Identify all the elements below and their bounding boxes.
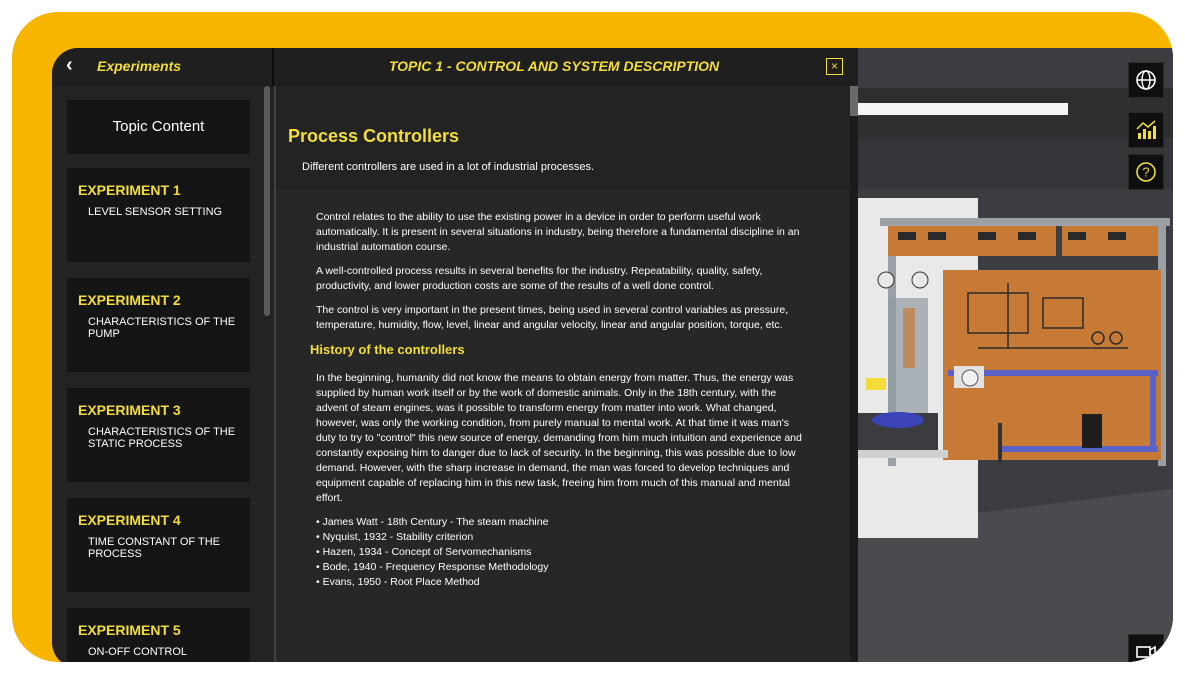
globe-icon — [1136, 70, 1156, 90]
content-scrollbar-thumb[interactable] — [850, 86, 858, 116]
list-item: • Nyquist, 1932 - Stability criterion — [316, 531, 474, 543]
paragraph: The control is very important in the pre… — [316, 304, 789, 331]
paragraph: Control relates to the ability to use th… — [316, 211, 800, 253]
section-subtitle: Different controllers are used in a lot … — [302, 161, 595, 173]
sidebar-item-experiment-4[interactable]: EXPERIMENT 4 TIME CONSTANT OF THE PROCES… — [67, 498, 250, 592]
sidebar-item-experiment-2[interactable]: EXPERIMENT 2 CHARACTERISTICS OF THE PUMP — [67, 278, 250, 372]
help-button[interactable]: ? — [1128, 154, 1164, 190]
sidebar-item-experiment-3[interactable]: EXPERIMENT 3 CHARACTERISTICS OF THE STAT… — [67, 388, 250, 482]
lab-3d-view[interactable]: ? — [858, 48, 1173, 662]
lab-bench-illustration — [858, 88, 1173, 662]
app-screen: ‹ Experiments TOPIC 1 - CONTROL AND SYST… — [52, 48, 1173, 662]
page-title: TOPIC 1 - CONTROL AND SYSTEM DESCRIPTION — [388, 58, 720, 74]
experiment-subtitle: TIME CONSTANT OF THE PROCESS — [88, 536, 221, 560]
content-panel: Process Controllers Different controller… — [276, 86, 850, 662]
history-list: • James Watt - 18th Century - The steam … — [316, 515, 810, 590]
sidebar-scrollbar[interactable] — [264, 86, 270, 316]
history-heading: History of the controllers — [310, 342, 465, 357]
experiment-subtitle: LEVEL SENSOR SETTING — [88, 206, 223, 218]
chart-button[interactable] — [1128, 112, 1164, 148]
list-item: • James Watt - 18th Century - The steam … — [316, 516, 549, 528]
list-item: • Evans, 1950 - Root Place Method — [316, 576, 480, 588]
experiment-subtitle: ON-OFF CONTROL — [88, 646, 187, 658]
close-button[interactable]: × — [826, 58, 843, 75]
topic-content-button[interactable]: Topic Content — [67, 100, 250, 154]
help-icon: ? — [1136, 162, 1156, 182]
sidebar-item-experiment-1[interactable]: EXPERIMENT 1 LEVEL SENSOR SETTING — [67, 168, 250, 262]
camera-icon — [1136, 645, 1156, 659]
experiment-title: EXPERIMENT 1 — [78, 182, 181, 198]
experiment-subtitle: CHARACTERISTICS OF THE STATIC PROCESS — [88, 426, 236, 450]
experiment-title: EXPERIMENT 5 — [78, 622, 181, 638]
section-title: Process Controllers — [288, 126, 460, 146]
experiment-title: EXPERIMENT 3 — [78, 402, 181, 418]
chart-icon — [1136, 120, 1156, 139]
content-header: Process Controllers Different controller… — [276, 86, 850, 190]
experiment-subtitle: CHARACTERISTICS OF THE PUMP — [88, 316, 236, 340]
camera-button[interactable] — [1128, 634, 1164, 662]
svg-text:?: ? — [1142, 165, 1149, 180]
content-scrollbar[interactable] — [850, 86, 858, 662]
back-to-experiments-link[interactable]: Experiments — [97, 58, 181, 74]
chevron-left-icon[interactable]: ‹ — [66, 54, 73, 77]
experiment-title: EXPERIMENT 2 — [78, 292, 181, 308]
content-body: Control relates to the ability to use th… — [310, 210, 810, 590]
device-frame: ‹ Experiments TOPIC 1 - CONTROL AND SYST… — [12, 12, 1173, 662]
language-button[interactable] — [1128, 62, 1164, 98]
sidebar-item-experiment-5[interactable]: EXPERIMENT 5 ON-OFF CONTROL — [67, 608, 250, 662]
experiment-title: EXPERIMENT 4 — [78, 512, 181, 528]
paragraph: In the beginning, humanity did not know … — [316, 372, 802, 504]
list-item: • Hazen, 1934 - Concept of Servomechanis… — [316, 546, 532, 558]
top-bar: ‹ Experiments TOPIC 1 - CONTROL AND SYST… — [52, 48, 858, 86]
list-item: • Bode, 1940 - Frequency Response Method… — [316, 561, 549, 573]
paragraph: A well-controlled process results in sev… — [316, 265, 763, 292]
